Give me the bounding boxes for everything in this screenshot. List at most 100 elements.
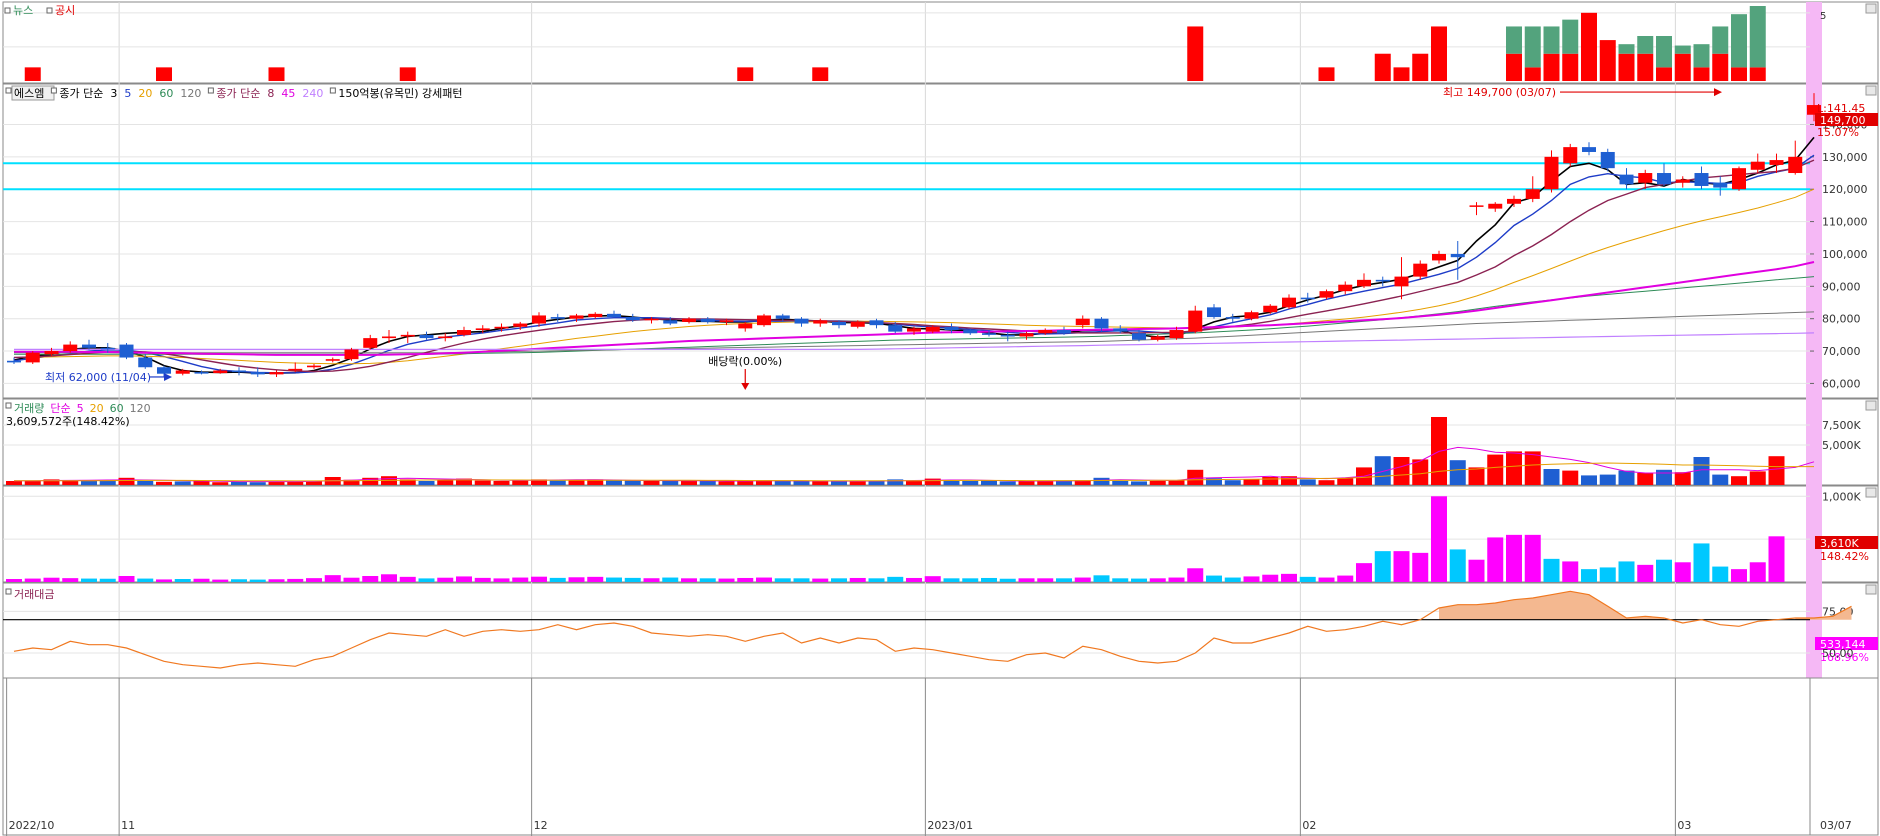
candle-body <box>663 320 678 324</box>
candle-body <box>1300 297 1315 300</box>
candle-body <box>307 365 321 368</box>
volume-bar <box>774 481 791 485</box>
volume-bar <box>1562 470 1579 485</box>
news-bar-disclosure <box>1543 53 1560 81</box>
volume-bar <box>6 481 22 485</box>
candle-body <box>569 315 584 319</box>
x-axis-label: 12 <box>534 819 548 832</box>
value-bar <box>1393 551 1410 582</box>
candle-body <box>400 334 415 337</box>
candle-body <box>269 372 284 375</box>
value-bar <box>1112 578 1129 582</box>
volume-bar <box>681 481 697 485</box>
candle-body <box>44 351 59 355</box>
candle-body <box>1582 147 1596 152</box>
volume-bar <box>943 481 960 485</box>
value-bar <box>1674 562 1691 582</box>
news-bar-disclosure <box>1712 53 1729 81</box>
value-bar <box>1487 537 1504 582</box>
value-bar <box>1262 574 1279 582</box>
value-bar <box>831 578 847 582</box>
candle-body <box>513 323 528 327</box>
candle-body <box>1769 160 1784 165</box>
value-bar <box>887 576 904 582</box>
candle-body <box>944 326 959 331</box>
value-bar <box>1562 561 1579 582</box>
x-axis-label: 03 <box>1677 819 1691 832</box>
volume-legend-label: 단순 <box>50 402 70 415</box>
news-bar-disclosure <box>399 67 416 81</box>
price-y-tick-label: 70,000 <box>1822 345 1861 358</box>
value-bar <box>1318 577 1335 582</box>
value-bar <box>1056 578 1072 582</box>
legend-marker <box>329 87 336 94</box>
x-axis-label: 11 <box>121 819 135 832</box>
stock-chart[interactable]: 뉴스 공시 5 60,000 70,000 80,000 90,000 100,000 110,… <box>0 0 1880 836</box>
volume-bar <box>812 481 829 485</box>
value-bar <box>849 577 866 582</box>
news-y-tick: 5 <box>1820 11 1826 22</box>
value-bar <box>1206 575 1222 582</box>
value-bar <box>1281 573 1297 582</box>
news-bar-disclosure <box>1187 26 1204 82</box>
news-bar-disclosure <box>24 67 41 81</box>
value-bar <box>1693 543 1710 582</box>
value-bar <box>643 578 660 582</box>
value-bar <box>249 579 266 582</box>
panel-control-button[interactable] <box>1865 85 1877 96</box>
news-bar-disclosure <box>1562 53 1579 81</box>
panel-control-button[interactable] <box>1865 3 1877 14</box>
volume-current-label: 3,610K <box>1820 537 1859 550</box>
news-bar-disclosure <box>1618 53 1635 81</box>
news-bar-disclosure <box>1656 67 1672 81</box>
panel-control-button[interactable] <box>1865 584 1877 595</box>
x-axis-label: 2023/01 <box>927 819 973 832</box>
candle-body <box>325 359 340 361</box>
price-legend-label: 종가 단순 <box>59 87 103 100</box>
candle-body <box>700 318 715 322</box>
value-bar <box>1768 536 1785 582</box>
volume-bar <box>793 481 810 485</box>
candle-body <box>982 333 996 335</box>
value-bar <box>1299 576 1316 582</box>
volume-bar <box>231 481 247 485</box>
news-bar-news <box>1524 26 1541 68</box>
value-bar <box>1412 552 1429 582</box>
price-legend-label: 150억봉(유목민) 강세패턴 <box>338 87 462 100</box>
candle-body <box>438 336 453 339</box>
panel-control-button[interactable] <box>1865 400 1877 411</box>
volume-bar <box>418 481 435 485</box>
panel-control-button[interactable] <box>1865 487 1877 498</box>
candle-body <box>175 370 190 374</box>
news-bar-disclosure <box>1393 67 1410 81</box>
volume-bar <box>1056 481 1072 485</box>
legend-marker <box>5 87 12 94</box>
volume-bar <box>249 482 266 485</box>
value-bar <box>1093 575 1110 582</box>
volume-bar <box>1262 477 1279 485</box>
value-bar <box>906 577 922 582</box>
candle-body <box>1619 174 1634 185</box>
candle-body <box>494 326 509 329</box>
value-bar <box>193 578 210 582</box>
volume-bar <box>1524 451 1541 485</box>
news-legend-label: 뉴스 <box>13 4 33 17</box>
value-bar <box>1637 564 1654 582</box>
volume-bar <box>99 481 116 485</box>
price-legend-label: 종가 단순 <box>216 87 260 100</box>
volume-bar <box>156 481 172 485</box>
candle-body <box>1132 333 1146 340</box>
value-bar <box>62 578 79 582</box>
candle-body <box>1207 307 1221 318</box>
value-bar <box>1599 567 1616 582</box>
candle-body <box>1075 318 1090 326</box>
value-bar <box>1506 534 1522 582</box>
candle-body <box>194 372 209 374</box>
x-axis-label: 2022/10 <box>9 819 55 832</box>
volume-bar <box>137 481 154 485</box>
volume-bar <box>718 481 735 485</box>
candle-body <box>738 323 753 329</box>
value-bar <box>381 574 397 582</box>
price-y-tick-label: 100,000 <box>1822 248 1868 261</box>
news-bar-disclosure <box>1506 53 1522 81</box>
